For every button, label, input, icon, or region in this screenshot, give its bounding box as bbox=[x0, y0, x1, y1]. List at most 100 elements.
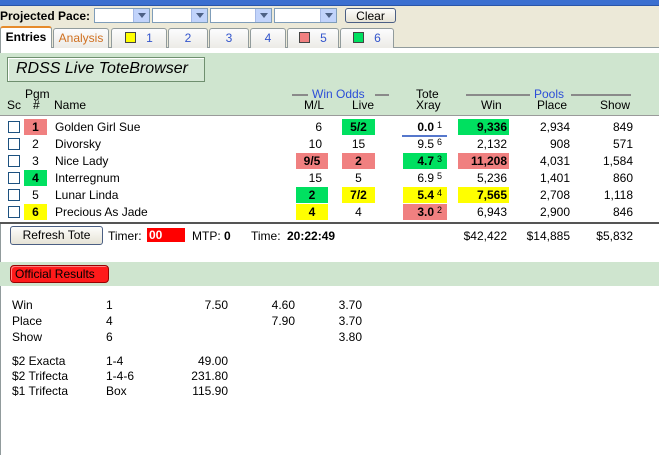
xray-value: 5.4 bbox=[417, 188, 434, 202]
place-pool: 2,934 bbox=[539, 120, 570, 134]
ml-odds: 4 bbox=[308, 205, 316, 219]
tab-2[interactable]: 2 bbox=[168, 28, 208, 48]
horse-name: Lunar Linda bbox=[55, 188, 119, 202]
header-xray: Xray bbox=[416, 98, 441, 112]
win-odds-rule-left bbox=[292, 94, 308, 96]
xray-value: 4.7 bbox=[417, 154, 434, 168]
live-odds: 7/2 bbox=[350, 188, 367, 202]
table-row: 4 Interregnum 15 5 6.9 5 5,236 1,401 860 bbox=[0, 170, 659, 187]
table-row: 5 Lunar Linda 2 7/2 5.4 4 7,565 2,708 1,… bbox=[0, 187, 659, 204]
title-band: RDSS Live ToteBrowser bbox=[0, 53, 659, 85]
pgm-number: 3 bbox=[32, 154, 39, 168]
place-pool: 1,401 bbox=[539, 171, 570, 185]
projected-pace-bar: Projected Pace: Clear bbox=[0, 6, 659, 26]
tab-6[interactable]: 6 bbox=[340, 28, 394, 48]
horse-name: Precious As Jade bbox=[55, 205, 148, 219]
tab-4[interactable]: 4 bbox=[250, 28, 286, 48]
result-show: 3.80 bbox=[338, 330, 362, 344]
pools-rule-right bbox=[571, 94, 631, 96]
chevron-down-icon bbox=[320, 9, 336, 22]
win-pool: 2,132 bbox=[476, 137, 507, 151]
result-horse: 6 bbox=[106, 330, 113, 344]
place-pool: 2,708 bbox=[539, 188, 570, 202]
header-name: Name bbox=[54, 98, 87, 112]
live-odds: 15 bbox=[351, 137, 366, 151]
result-row: Place 4 7.90 3.70 bbox=[0, 314, 400, 330]
place-pool: 908 bbox=[549, 137, 570, 151]
result-type: Win bbox=[12, 298, 33, 312]
clear-button[interactable]: Clear bbox=[345, 8, 396, 23]
place-pool: 4,031 bbox=[539, 154, 570, 168]
entries-table: 1 Golden Girl Sue 6 5/2 0.0 1 9,336 2,93… bbox=[0, 115, 659, 222]
tab-1[interactable]: 1 bbox=[111, 28, 167, 48]
chevron-down-icon bbox=[191, 9, 207, 22]
pace-select-1[interactable] bbox=[94, 8, 150, 23]
ml-odds: 6 bbox=[315, 120, 322, 134]
tab-entries[interactable]: Entries bbox=[0, 26, 52, 49]
pools-rule-left bbox=[466, 94, 530, 96]
result-horse: 1 bbox=[106, 298, 113, 312]
table-divider bbox=[0, 222, 659, 224]
header-live: Live bbox=[352, 98, 375, 112]
table-header: Pgm Sc # Name Win Odds M/L Live Tote Xra… bbox=[0, 85, 659, 115]
horse-name: Interregnum bbox=[55, 171, 120, 185]
pgm-number: 4 bbox=[32, 171, 39, 185]
tab-strip: Entries Analysis 1 2 3 4 5 6 bbox=[0, 26, 659, 49]
timer-label: Timer: bbox=[108, 229, 142, 243]
table-row: 3 Nice Lady 9/5 2 4.7 3 11,208 4,031 1,5… bbox=[0, 153, 659, 170]
xray-rank: 2 bbox=[437, 205, 443, 215]
xray-rank: 6 bbox=[437, 137, 443, 147]
result-place: 7.90 bbox=[271, 314, 295, 328]
place-pool: 2,900 bbox=[539, 205, 570, 219]
pace-select-2[interactable] bbox=[152, 8, 208, 23]
xray-rank: 1 bbox=[437, 120, 443, 130]
xray-value: 0.0 bbox=[417, 120, 434, 134]
ml-odds: 9/5 bbox=[303, 154, 321, 168]
tab-5[interactable]: 5 bbox=[287, 28, 339, 48]
tab-6-label: 6 bbox=[374, 31, 381, 45]
header-ml: M/L bbox=[304, 98, 325, 112]
xray-rank: 5 bbox=[437, 171, 443, 181]
refresh-tote-button[interactable]: Refresh Tote bbox=[10, 226, 103, 245]
pgm-number: 1 bbox=[32, 120, 39, 134]
scratch-checkbox[interactable] bbox=[8, 121, 20, 133]
projected-pace-label: Projected Pace: bbox=[0, 9, 91, 23]
pace-select-4[interactable] bbox=[274, 8, 337, 23]
exotic-type: $2 Trifecta bbox=[12, 369, 69, 383]
scratch-checkbox[interactable] bbox=[8, 138, 20, 150]
exotic-combo: 1-4-6 bbox=[106, 369, 135, 383]
green-swatch-icon bbox=[353, 32, 365, 43]
table-row: 2 Divorsky 10 15 9.5 6 2,132 908 571 bbox=[0, 136, 659, 153]
pace-select-3[interactable] bbox=[210, 8, 272, 23]
horse-name: Divorsky bbox=[55, 137, 102, 151]
scratch-checkbox[interactable] bbox=[8, 206, 20, 218]
scratch-checkbox[interactable] bbox=[8, 155, 20, 167]
horse-name: Nice Lady bbox=[55, 154, 109, 168]
time-label: Time: bbox=[251, 229, 281, 243]
show-pool: 1,584 bbox=[602, 154, 633, 168]
exotic-type: $2 Exacta bbox=[12, 354, 66, 368]
ml-odds: 2 bbox=[308, 188, 316, 202]
win-pool: 6,943 bbox=[476, 205, 507, 219]
win-odds-rule-right bbox=[375, 94, 389, 96]
result-horse: 4 bbox=[106, 314, 113, 328]
result-show: 3.70 bbox=[338, 298, 362, 312]
live-odds: 5 bbox=[355, 171, 362, 185]
pgm-number: 6 bbox=[32, 205, 39, 219]
result-place: 4.60 bbox=[271, 298, 295, 312]
scratch-checkbox[interactable] bbox=[8, 172, 20, 184]
tab-3[interactable]: 3 bbox=[209, 28, 249, 48]
result-win: 7.50 bbox=[204, 298, 228, 312]
result-row: Win 1 7.50 4.60 3.70 bbox=[0, 298, 400, 314]
scratch-checkbox[interactable] bbox=[8, 189, 20, 201]
live-odds: 4 bbox=[355, 205, 362, 219]
results-table: Win 1 7.50 4.60 3.70 Place 4 7.90 3.70 S… bbox=[0, 298, 659, 398]
pgm-number: 2 bbox=[32, 137, 39, 151]
tab-analysis[interactable]: Analysis bbox=[53, 28, 109, 48]
tab-5-label: 5 bbox=[320, 31, 327, 45]
pgm-number: 5 bbox=[32, 188, 39, 202]
show-pool: 860 bbox=[612, 171, 633, 185]
show-pool: 571 bbox=[612, 137, 633, 151]
show-pool: 846 bbox=[612, 205, 633, 219]
result-type: Place bbox=[12, 314, 43, 328]
